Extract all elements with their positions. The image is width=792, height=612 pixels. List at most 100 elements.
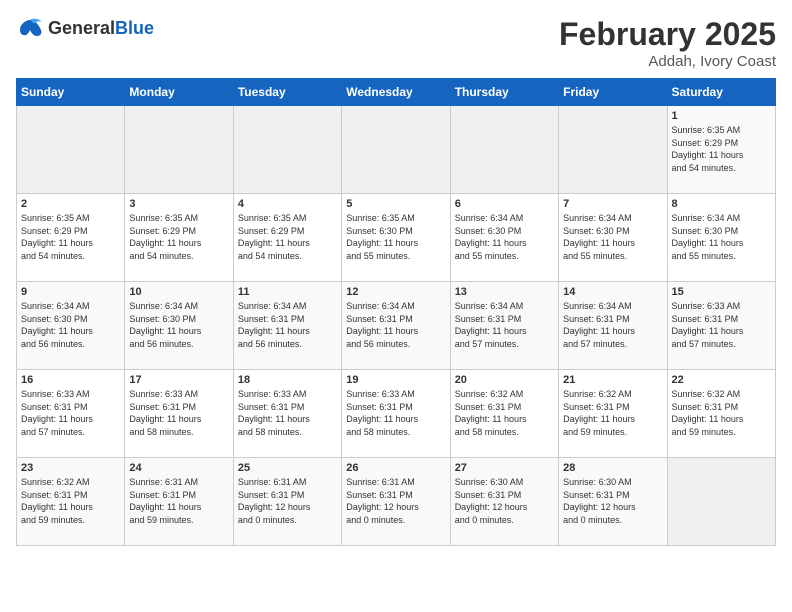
calendar-cell: 12 Sunrise: 6:34 AM Sunset: 6:31 PM Dayli… — [342, 282, 450, 370]
calendar-week-1: 1 Sunrise: 6:35 AM Sunset: 6:29 PM Daylig… — [17, 106, 776, 194]
calendar-cell: 17Sunrise: 6:33 AM Sunset: 6:31 PM Dayli… — [125, 370, 233, 458]
logo-icon — [16, 16, 44, 40]
calendar-cell — [125, 106, 233, 194]
weekday-header-friday: Friday — [559, 79, 667, 106]
day-number: 2 — [21, 198, 120, 210]
day-number: 10 — [129, 286, 228, 298]
day-info: Sunrise: 6:34 AM Sunset: 6:30 PM Dayligh… — [672, 212, 771, 262]
weekday-header-tuesday: Tuesday — [233, 79, 341, 106]
weekday-header-thursday: Thursday — [450, 79, 558, 106]
day-number: 23 — [21, 462, 120, 474]
day-info: Sunrise: 6:34 AM Sunset: 6:31 PM Dayligh… — [238, 300, 337, 350]
calendar-cell: 26Sunrise: 6:31 AM Sunset: 6:31 PM Dayli… — [342, 458, 450, 546]
day-number: 16 — [21, 374, 120, 386]
calendar-cell: 11 Sunrise: 6:34 AM Sunset: 6:31 PM Dayli… — [233, 282, 341, 370]
logo-general: General — [48, 18, 115, 38]
day-info: Sunrise: 6:31 AM Sunset: 6:31 PM Dayligh… — [346, 476, 445, 526]
day-info: Sunrise: 6:33 AM Sunset: 6:31 PM Dayligh… — [346, 388, 445, 438]
day-info: Sunrise: 6:35 AM Sunset: 6:29 PM Dayligh… — [129, 212, 228, 262]
calendar-cell: 7 Sunrise: 6:34 AM Sunset: 6:30 PM Daylig… — [559, 194, 667, 282]
day-info: Sunrise: 6:32 AM Sunset: 6:31 PM Dayligh… — [672, 388, 771, 438]
day-number: 9 — [21, 286, 120, 298]
day-info: Sunrise: 6:30 AM Sunset: 6:31 PM Dayligh… — [563, 476, 662, 526]
day-info: Sunrise: 6:34 AM Sunset: 6:30 PM Dayligh… — [563, 212, 662, 262]
calendar-cell: 3Sunrise: 6:35 AM Sunset: 6:29 PM Daylig… — [125, 194, 233, 282]
day-info: Sunrise: 6:35 AM Sunset: 6:30 PM Dayligh… — [346, 212, 445, 262]
calendar-cell: 28 Sunrise: 6:30 AM Sunset: 6:31 PM Dayli… — [559, 458, 667, 546]
logo-blue: Blue — [115, 18, 154, 38]
day-info: Sunrise: 6:34 AM Sunset: 6:30 PM Dayligh… — [129, 300, 228, 350]
day-info: Sunrise: 6:34 AM Sunset: 6:31 PM Dayligh… — [455, 300, 554, 350]
calendar-cell: 6 Sunrise: 6:34 AM Sunset: 6:30 PM Daylig… — [450, 194, 558, 282]
calendar-cell: 8 Sunrise: 6:34 AM Sunset: 6:30 PM Daylig… — [667, 194, 775, 282]
day-number: 5 — [346, 198, 445, 210]
day-info: Sunrise: 6:32 AM Sunset: 6:31 PM Dayligh… — [563, 388, 662, 438]
day-number: 6 — [455, 198, 554, 210]
day-number: 12 — [346, 286, 445, 298]
day-number: 15 — [672, 286, 771, 298]
calendar-cell: 22 Sunrise: 6:32 AM Sunset: 6:31 PM Dayli… — [667, 370, 775, 458]
calendar-week-5: 23 Sunrise: 6:32 AM Sunset: 6:31 PM Dayli… — [17, 458, 776, 546]
day-number: 22 — [672, 374, 771, 386]
calendar-cell: 9 Sunrise: 6:34 AM Sunset: 6:30 PM Daylig… — [17, 282, 125, 370]
day-info: Sunrise: 6:33 AM Sunset: 6:31 PM Dayligh… — [238, 388, 337, 438]
day-info: Sunrise: 6:33 AM Sunset: 6:31 PM Dayligh… — [21, 388, 120, 438]
day-number: 13 — [455, 286, 554, 298]
day-number: 25 — [238, 462, 337, 474]
day-number: 17 — [129, 374, 228, 386]
calendar-cell: 15 Sunrise: 6:33 AM Sunset: 6:31 PM Dayli… — [667, 282, 775, 370]
calendar-cell: 23 Sunrise: 6:32 AM Sunset: 6:31 PM Dayli… — [17, 458, 125, 546]
calendar-cell — [342, 106, 450, 194]
calendar-title: February 2025 — [559, 16, 776, 53]
day-number: 24 — [129, 462, 228, 474]
day-number: 8 — [672, 198, 771, 210]
day-number: 4 — [238, 198, 337, 210]
day-info: Sunrise: 6:31 AM Sunset: 6:31 PM Dayligh… — [129, 476, 228, 526]
calendar-cell: 4 Sunrise: 6:35 AM Sunset: 6:29 PM Daylig… — [233, 194, 341, 282]
calendar-week-3: 9 Sunrise: 6:34 AM Sunset: 6:30 PM Daylig… — [17, 282, 776, 370]
day-info: Sunrise: 6:35 AM Sunset: 6:29 PM Dayligh… — [21, 212, 120, 262]
day-number: 19 — [346, 374, 445, 386]
day-info: Sunrise: 6:34 AM Sunset: 6:31 PM Dayligh… — [346, 300, 445, 350]
calendar-cell: 5 Sunrise: 6:35 AM Sunset: 6:30 PM Daylig… — [342, 194, 450, 282]
calendar-cell: 2 Sunrise: 6:35 AM Sunset: 6:29 PM Daylig… — [17, 194, 125, 282]
logo: GeneralBlue — [16, 16, 154, 40]
weekday-header-monday: Monday — [125, 79, 233, 106]
day-number: 1 — [672, 110, 771, 122]
calendar-cell — [667, 458, 775, 546]
calendar-cell — [450, 106, 558, 194]
day-info: Sunrise: 6:30 AM Sunset: 6:31 PM Dayligh… — [455, 476, 554, 526]
day-info: Sunrise: 6:35 AM Sunset: 6:29 PM Dayligh… — [672, 124, 771, 174]
day-info: Sunrise: 6:34 AM Sunset: 6:30 PM Dayligh… — [21, 300, 120, 350]
day-number: 7 — [563, 198, 662, 210]
calendar-week-4: 16 Sunrise: 6:33 AM Sunset: 6:31 PM Dayli… — [17, 370, 776, 458]
calendar-table: SundayMondayTuesdayWednesdayThursdayFrid… — [16, 78, 776, 546]
calendar-cell: 14Sunrise: 6:34 AM Sunset: 6:31 PM Dayli… — [559, 282, 667, 370]
day-number: 20 — [455, 374, 554, 386]
calendar-week-2: 2 Sunrise: 6:35 AM Sunset: 6:29 PM Daylig… — [17, 194, 776, 282]
day-number: 18 — [238, 374, 337, 386]
calendar-cell: 27Sunrise: 6:30 AM Sunset: 6:31 PM Dayli… — [450, 458, 558, 546]
day-info: Sunrise: 6:32 AM Sunset: 6:31 PM Dayligh… — [455, 388, 554, 438]
weekday-header-row: SundayMondayTuesdayWednesdayThursdayFrid… — [17, 79, 776, 106]
calendar-cell: 21Sunrise: 6:32 AM Sunset: 6:31 PM Dayli… — [559, 370, 667, 458]
day-info: Sunrise: 6:34 AM Sunset: 6:30 PM Dayligh… — [455, 212, 554, 262]
header: GeneralBlue February 2025 Addah, Ivory C… — [16, 16, 776, 70]
day-info: Sunrise: 6:31 AM Sunset: 6:31 PM Dayligh… — [238, 476, 337, 526]
day-info: Sunrise: 6:33 AM Sunset: 6:31 PM Dayligh… — [672, 300, 771, 350]
calendar-cell: 25 Sunrise: 6:31 AM Sunset: 6:31 PM Dayli… — [233, 458, 341, 546]
day-info: Sunrise: 6:32 AM Sunset: 6:31 PM Dayligh… — [21, 476, 120, 526]
day-number: 11 — [238, 286, 337, 298]
calendar-cell: 20 Sunrise: 6:32 AM Sunset: 6:31 PM Dayli… — [450, 370, 558, 458]
calendar-cell — [559, 106, 667, 194]
calendar-cell: 13 Sunrise: 6:34 AM Sunset: 6:31 PM Dayli… — [450, 282, 558, 370]
day-number: 28 — [563, 462, 662, 474]
calendar-cell: 19 Sunrise: 6:33 AM Sunset: 6:31 PM Dayli… — [342, 370, 450, 458]
title-area: February 2025 Addah, Ivory Coast — [559, 16, 776, 70]
calendar-cell: 24 Sunrise: 6:31 AM Sunset: 6:31 PM Dayli… — [125, 458, 233, 546]
calendar-cell — [17, 106, 125, 194]
day-info: Sunrise: 6:35 AM Sunset: 6:29 PM Dayligh… — [238, 212, 337, 262]
calendar-subtitle: Addah, Ivory Coast — [559, 53, 776, 70]
calendar-cell — [233, 106, 341, 194]
calendar-cell: 18 Sunrise: 6:33 AM Sunset: 6:31 PM Dayli… — [233, 370, 341, 458]
